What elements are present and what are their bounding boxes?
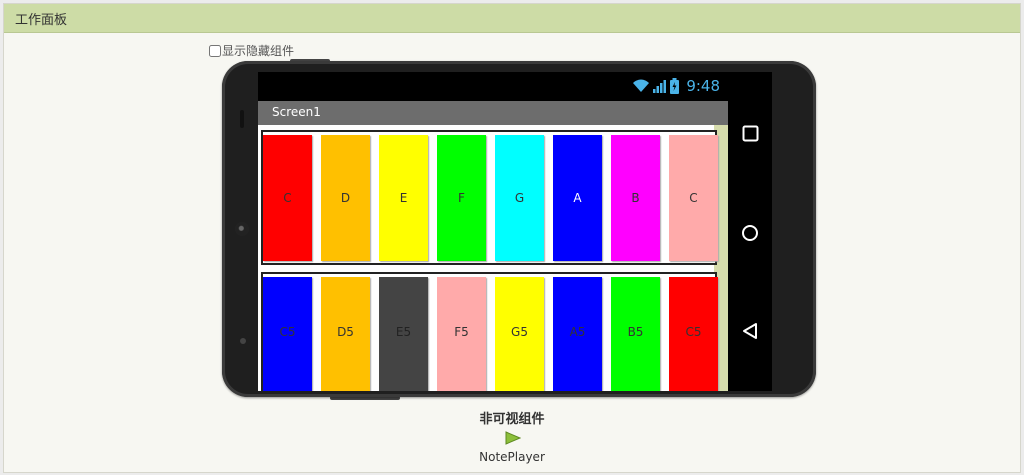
- key-button[interactable]: F5: [437, 277, 486, 391]
- app-area: Screen1 C D E F G A B C C5 D5 E5 F5 G5 A…: [258, 101, 728, 391]
- key-button[interactable]: G5: [495, 277, 544, 391]
- key-button[interactable]: C: [669, 135, 718, 261]
- key-button[interactable]: A: [553, 135, 602, 261]
- play-icon[interactable]: [505, 431, 521, 445]
- key-button[interactable]: C: [263, 135, 312, 261]
- recents-icon[interactable]: [742, 125, 759, 142]
- phone-speaker: [240, 110, 244, 128]
- phone-screen: 9:48 Screen1 C D E F G A B C C5 D5 E5 F5…: [258, 72, 772, 391]
- nonvisible-components-title: 非可视组件: [479, 412, 545, 427]
- key-button[interactable]: F: [437, 135, 486, 261]
- back-icon[interactable]: [742, 322, 758, 340]
- camera-icon: [235, 222, 249, 236]
- key-button[interactable]: C5: [669, 277, 718, 391]
- screen-titlebar: Screen1: [258, 101, 728, 125]
- screen-title: Screen1: [272, 105, 321, 119]
- key-button[interactable]: G: [495, 135, 544, 261]
- key-button[interactable]: B5: [611, 277, 660, 391]
- key-button[interactable]: E5: [379, 277, 428, 391]
- phone-sensor: [240, 338, 246, 344]
- key-button[interactable]: A5: [553, 277, 602, 391]
- key-button[interactable]: C5: [263, 277, 312, 391]
- key-button[interactable]: B: [611, 135, 660, 261]
- show-hidden-label: 显示隐藏组件: [222, 44, 295, 58]
- home-icon[interactable]: [741, 224, 759, 242]
- android-navbar: [728, 72, 772, 391]
- panel-title: 工作面板: [15, 13, 68, 28]
- signal-icon: [653, 80, 667, 93]
- key-button[interactable]: D5: [321, 277, 370, 391]
- panel-header: 工作面板: [4, 4, 1020, 33]
- noteplayer-component-label[interactable]: NotePlayer: [0, 450, 1024, 464]
- status-time: 9:48: [686, 77, 720, 95]
- key-row-octave-4: C D E F G A B C: [261, 130, 718, 265]
- key-button[interactable]: D: [321, 135, 370, 261]
- status-bar: 9:48: [258, 72, 728, 101]
- battery-icon: [670, 78, 680, 94]
- key-button[interactable]: E: [379, 135, 428, 261]
- key-row-octave-5: C5 D5 E5 F5 G5 A5 B5 C5: [261, 272, 718, 391]
- show-hidden-checkbox[interactable]: [209, 44, 221, 57]
- show-hidden-components[interactable]: 显示隐藏组件: [209, 42, 294, 59]
- wifi-icon: [633, 79, 650, 92]
